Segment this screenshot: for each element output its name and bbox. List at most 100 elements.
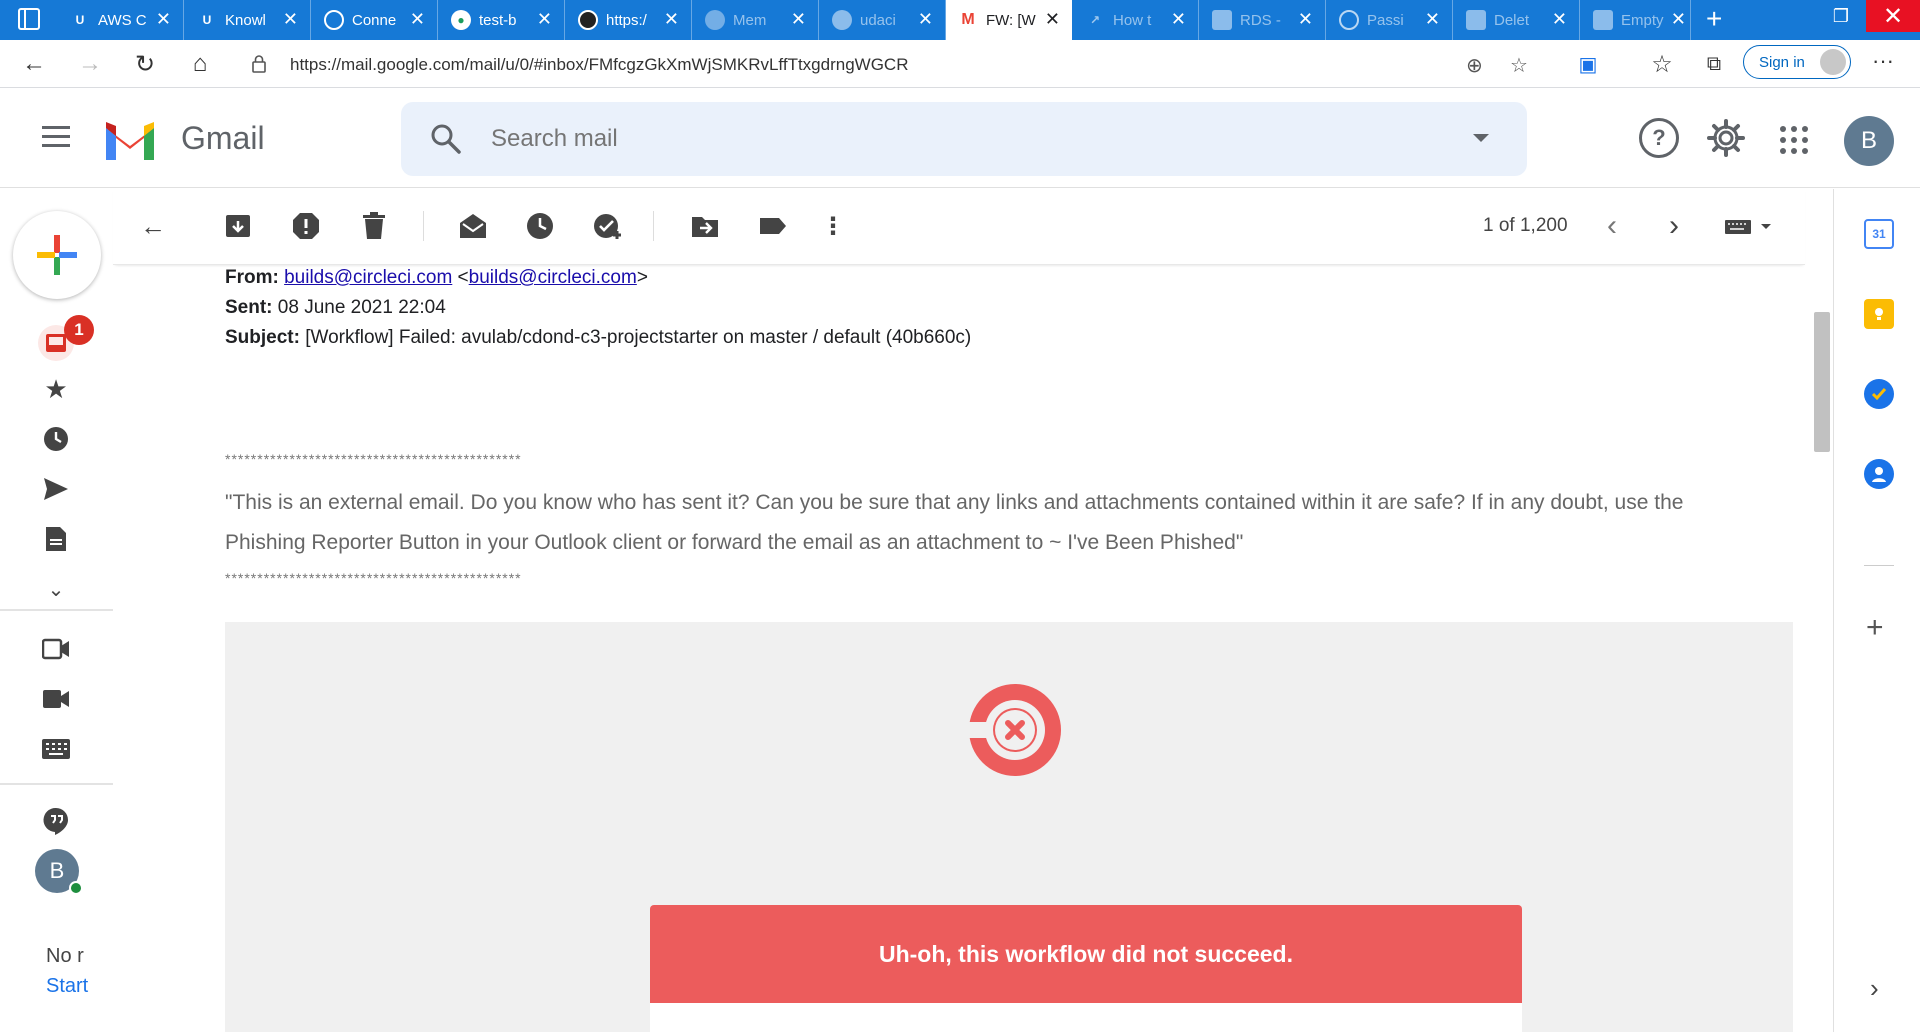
add-favorite-icon[interactable]: ☆: [1510, 53, 1528, 78]
tab-close-icon[interactable]: ✕: [664, 9, 679, 29]
browser-tab[interactable]: Delet ✕: [1454, 0, 1580, 40]
workflow-details-card: [650, 1003, 1522, 1032]
compose-button[interactable]: [13, 211, 101, 299]
search-options-icon[interactable]: [1473, 134, 1489, 142]
more-options-icon[interactable]: ⋮: [818, 211, 848, 241]
back-icon[interactable]: ←: [20, 50, 48, 78]
settings-more-icon[interactable]: ···: [1872, 48, 1894, 74]
search-input[interactable]: [491, 120, 1391, 158]
memory-icon: [705, 10, 725, 30]
rail-divider: [0, 609, 113, 611]
newer-chevron-icon[interactable]: ‹: [1607, 209, 1617, 243]
more-chevron-down-icon[interactable]: ⌄: [40, 573, 72, 605]
tab-close-icon[interactable]: ✕: [537, 9, 552, 29]
snooze-clock-icon[interactable]: [525, 211, 555, 241]
compose-plus-icon: [37, 235, 77, 275]
github-icon: [832, 10, 852, 30]
tab-close-icon[interactable]: ✕: [156, 9, 171, 29]
from-name-link[interactable]: builds@circleci.com: [284, 267, 452, 288]
browser-tab[interactable]: Conne ✕: [312, 0, 438, 40]
tab-close-icon[interactable]: ✕: [1298, 9, 1313, 29]
tab-close-icon[interactable]: ✕: [1045, 9, 1060, 29]
restore-window-icon[interactable]: ❐: [1818, 0, 1864, 32]
report-spam-icon[interactable]: [291, 211, 321, 241]
tab-close-icon[interactable]: ✕: [1552, 9, 1567, 29]
tab-actions-menu-icon[interactable]: [18, 8, 40, 30]
account-avatar[interactable]: B: [1844, 116, 1894, 166]
profile-avatar-icon: [1820, 49, 1846, 75]
gmail-header: Gmail ? B: [0, 88, 1920, 188]
home-icon[interactable]: ⌂: [186, 50, 214, 78]
aws-icon: [1593, 10, 1613, 30]
tab-close-icon[interactable]: ✕: [410, 9, 425, 29]
zoom-icon[interactable]: ⊕: [1466, 53, 1483, 78]
tab-close-icon[interactable]: ✕: [791, 9, 806, 29]
contacts-icon[interactable]: [1864, 459, 1894, 489]
hangouts-icon[interactable]: [40, 805, 72, 837]
mark-unread-icon[interactable]: [458, 211, 488, 241]
browser-tab[interactable]: RDS - ✕: [1200, 0, 1326, 40]
url-field[interactable]: https://mail.google.com/mail/u/0/#inbox/…: [238, 46, 1538, 82]
search-icon[interactable]: [429, 122, 463, 156]
search-bar[interactable]: [401, 102, 1527, 176]
browser-tab[interactable]: https:/ ✕: [566, 0, 692, 40]
close-window-button[interactable]: ✕: [1866, 0, 1920, 32]
collections-icon[interactable]: ⧉: [1700, 50, 1728, 78]
tab-close-icon[interactable]: ✕: [283, 9, 298, 29]
start-chat-link[interactable]: Start: [46, 975, 90, 998]
udacity-icon: U: [75, 13, 85, 27]
drafts-icon[interactable]: [40, 523, 72, 555]
workflow-failed-banner: Uh-oh, this workflow did not succeed.: [650, 905, 1522, 1003]
sign-in-button[interactable]: Sign in: [1743, 45, 1851, 79]
refresh-icon[interactable]: ↻: [131, 50, 159, 78]
input-tools-keyboard-icon[interactable]: [1723, 211, 1777, 241]
browser-tab[interactable]: U Knowl ✕: [185, 0, 311, 40]
older-chevron-icon[interactable]: ›: [1669, 209, 1679, 243]
calendar-icon[interactable]: 31: [1864, 219, 1894, 249]
tab-close-icon[interactable]: ✕: [1671, 9, 1686, 29]
google-apps-icon[interactable]: [1780, 126, 1808, 154]
sent-icon[interactable]: [40, 473, 72, 505]
tab-close-icon[interactable]: ✕: [918, 9, 933, 29]
tab-close-icon[interactable]: ✕: [1425, 9, 1440, 29]
forward-icon[interactable]: →: [76, 50, 104, 78]
back-to-inbox-icon[interactable]: ←: [138, 211, 168, 241]
help-icon[interactable]: ?: [1639, 118, 1679, 158]
meet-video-icon[interactable]: [40, 683, 72, 715]
join-meeting-keyboard-icon[interactable]: [40, 733, 72, 765]
browser-tab-strip: U AWS C ✕ U Knowl ✕ Conne ✕ ● test-b ✕ h…: [0, 0, 1920, 40]
from-email-link[interactable]: builds@circleci.com: [469, 267, 637, 288]
settings-gear-icon[interactable]: [1706, 118, 1746, 158]
starred-icon[interactable]: ★: [40, 373, 72, 405]
main-menu-icon[interactable]: [42, 126, 70, 148]
subject-line: Subject: [Workflow] Failed: avulab/cdond…: [225, 327, 972, 348]
move-to-icon[interactable]: [690, 211, 720, 241]
tasks-icon[interactable]: [1864, 379, 1894, 409]
keep-icon[interactable]: [1864, 299, 1894, 329]
hide-side-panel-chevron-icon[interactable]: ›: [1870, 973, 1879, 1004]
browser-tab[interactable]: ↗ How t ✕: [1073, 0, 1199, 40]
circleci-icon: ●: [451, 10, 471, 30]
archive-icon[interactable]: [223, 211, 253, 241]
extension-icon[interactable]: ▣: [1574, 50, 1602, 78]
browser-tab-active[interactable]: M FW: [W ✕: [946, 0, 1072, 40]
browser-tab[interactable]: Empty ✕: [1581, 0, 1691, 40]
browser-tab[interactable]: ● test-b ✕: [439, 0, 565, 40]
message-toolbar: ← ⋮ 1 of 1,200 ‹ ›: [113, 189, 1805, 265]
delete-icon[interactable]: [359, 211, 389, 241]
add-to-tasks-icon[interactable]: [593, 211, 623, 241]
get-add-ons-plus-icon[interactable]: +: [1866, 611, 1884, 645]
address-bar: ← → ↻ ⌂ https://mail.google.com/mail/u/0…: [0, 40, 1920, 88]
browser-tab[interactable]: udaci ✕: [820, 0, 946, 40]
favorites-icon[interactable]: ☆: [1648, 50, 1676, 78]
message-scrollbar[interactable]: [1814, 312, 1830, 452]
aws-icon: [1466, 10, 1486, 30]
browser-tab[interactable]: Passi ✕: [1327, 0, 1453, 40]
new-meeting-icon[interactable]: [40, 633, 72, 665]
snoozed-clock-icon[interactable]: [40, 423, 72, 455]
label-icon[interactable]: [758, 211, 788, 241]
browser-tab[interactable]: U AWS C ✕: [58, 0, 184, 40]
browser-tab[interactable]: Mem ✕: [693, 0, 819, 40]
new-tab-button[interactable]: +: [1706, 4, 1722, 34]
tab-close-icon[interactable]: ✕: [1171, 9, 1186, 29]
